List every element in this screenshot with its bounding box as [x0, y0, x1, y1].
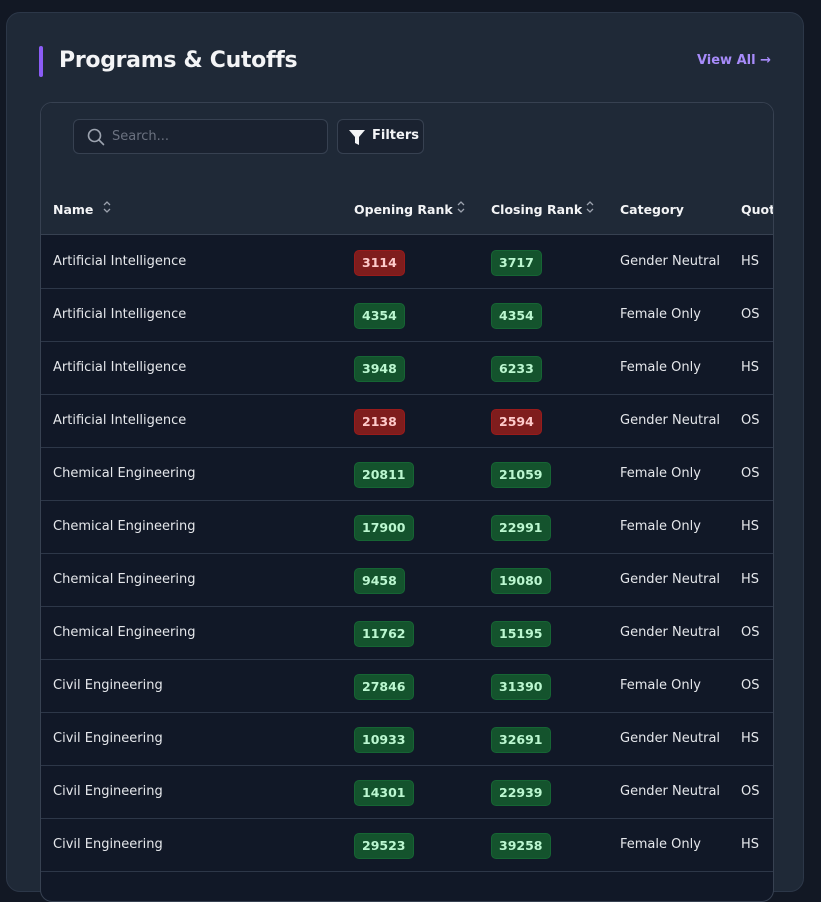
program-name: Civil Engineering — [53, 837, 163, 852]
sort-icon[interactable] — [585, 200, 595, 214]
opening-rank-badge: 20811 — [354, 462, 414, 488]
opening-rank-badge: 3114 — [354, 250, 405, 276]
search-icon — [87, 128, 105, 146]
column-header-name[interactable]: Name — [53, 201, 111, 217]
closing-rank-badge: 22939 — [491, 780, 551, 806]
table-row[interactable]: Civil Engineering 10933 32691 Gender Neutra… — [41, 713, 773, 766]
view-all-link[interactable]: View All → — [697, 51, 771, 71]
category-cell: Female Only — [620, 360, 701, 375]
closing-rank-badge: 21059 — [491, 462, 551, 488]
funnel-icon — [349, 130, 365, 145]
closing-rank-badge: 6233 — [491, 356, 542, 382]
table-toolbar: Filters Name Opening Rank — [41, 103, 773, 235]
table-header: Name Opening Rank Closing Rank Category … — [41, 183, 773, 235]
opening-rank-badge: 10933 — [354, 727, 414, 753]
accent-bar — [39, 46, 43, 77]
program-name: Artificial Intelligence — [53, 307, 187, 322]
quota-cell: HS — [741, 360, 760, 375]
programs-card: Programs & Cutoffs View All → Filters Na… — [6, 12, 804, 902]
quota-cell: OS — [741, 307, 760, 322]
program-name: Chemical Engineering — [53, 625, 196, 640]
category-cell: Female Only — [620, 519, 701, 534]
quota-cell: OS — [741, 625, 760, 640]
category-cell: Gender Neutral — [620, 572, 721, 587]
program-name: Chemical Engineering — [53, 519, 196, 534]
table-row[interactable]: Chemical Engineering 20811 21059 Female Onl… — [41, 448, 773, 501]
category-cell: Gender Neutral — [620, 731, 721, 746]
opening-rank-badge: 11762 — [354, 621, 414, 647]
table-row[interactable]: Artificial Intelligence 2138 2594 Gender Ne… — [41, 395, 773, 448]
quota-cell: HS — [741, 731, 760, 746]
column-header-category[interactable]: Category — [620, 202, 684, 217]
quota-cell: HS — [741, 572, 760, 587]
category-cell: Gender Neutral — [620, 413, 721, 428]
table-row[interactable]: Chemical Engineering 17900 22991 Female Onl… — [41, 501, 773, 554]
closing-rank-badge: 4354 — [491, 303, 542, 329]
category-cell: Female Only — [620, 466, 701, 481]
quota-cell: HS — [741, 837, 760, 852]
table-row[interactable]: Civil Engineering 14301 22939 Gender Neutra… — [41, 766, 773, 819]
closing-rank-badge: 39258 — [491, 833, 551, 859]
program-name: Chemical Engineering — [53, 572, 196, 587]
table-row[interactable]: Civil Engineering 27846 31390 Female Only OS — [41, 660, 773, 713]
table-row[interactable]: Artificial Intelligence 3114 3717 Gender Ne… — [41, 236, 773, 289]
opening-rank-badge: 2138 — [354, 409, 405, 435]
program-name: Artificial Intelligence — [53, 360, 187, 375]
quota-cell: OS — [741, 784, 760, 799]
quota-cell: OS — [741, 413, 760, 428]
closing-rank-badge: 31390 — [491, 674, 551, 700]
quota-cell: OS — [741, 678, 760, 693]
closing-rank-badge: 3717 — [491, 250, 542, 276]
search-box[interactable] — [73, 119, 328, 154]
opening-rank-badge: 27846 — [354, 674, 414, 700]
column-header-closing-rank[interactable]: Closing Rank — [491, 201, 594, 217]
page-title: Programs & Cutoffs — [59, 48, 298, 73]
closing-rank-badge: 22991 — [491, 515, 551, 541]
program-name: Artificial Intelligence — [53, 413, 187, 428]
table-row[interactable]: Artificial Intelligence 4354 4354 Female On… — [41, 289, 773, 342]
category-cell: Gender Neutral — [620, 254, 721, 269]
sort-icon[interactable] — [456, 200, 466, 214]
filters-button[interactable]: Filters — [337, 119, 424, 154]
quota-cell: HS — [741, 254, 760, 269]
search-input[interactable] — [112, 120, 317, 153]
table-row[interactable]: Chemical Engineering 11762 15195 Gender Neu… — [41, 607, 773, 660]
category-cell: Female Only — [620, 307, 701, 322]
closing-rank-badge: 19080 — [491, 568, 551, 594]
program-name: Civil Engineering — [53, 678, 163, 693]
category-cell: Gender Neutral — [620, 625, 721, 640]
table-row[interactable]: Chemical Engineering 9458 19080 Gender Neut… — [41, 554, 773, 607]
category-cell: Female Only — [620, 678, 701, 693]
program-name: Civil Engineering — [53, 784, 163, 799]
opening-rank-badge: 4354 — [354, 303, 405, 329]
opening-rank-badge: 9458 — [354, 568, 405, 594]
column-header-opening-rank[interactable]: Opening Rank — [354, 201, 465, 217]
opening-rank-badge: 3948 — [354, 356, 405, 382]
opening-rank-badge: 17900 — [354, 515, 414, 541]
opening-rank-badge: 29523 — [354, 833, 414, 859]
filters-label: Filters — [372, 128, 419, 143]
opening-rank-badge: 14301 — [354, 780, 414, 806]
column-header-quota[interactable]: Quota — [741, 202, 773, 217]
program-name: Artificial Intelligence — [53, 254, 187, 269]
program-name: Chemical Engineering — [53, 466, 196, 481]
closing-rank-badge: 32691 — [491, 727, 551, 753]
quota-cell: OS — [741, 466, 760, 481]
table-row[interactable]: Artificial Intelligence 3948 6233 Female On… — [41, 342, 773, 395]
category-cell: Gender Neutral — [620, 784, 721, 799]
closing-rank-badge: 2594 — [491, 409, 542, 435]
quota-cell: HS — [741, 519, 760, 534]
table-row[interactable]: Civil Engineering 29523 39258 Female Only HS — [41, 819, 773, 872]
sort-icon[interactable] — [102, 200, 112, 214]
program-name: Civil Engineering — [53, 731, 163, 746]
cutoffs-table: Filters Name Opening Rank — [40, 102, 774, 902]
closing-rank-badge: 15195 — [491, 621, 551, 647]
category-cell: Female Only — [620, 837, 701, 852]
